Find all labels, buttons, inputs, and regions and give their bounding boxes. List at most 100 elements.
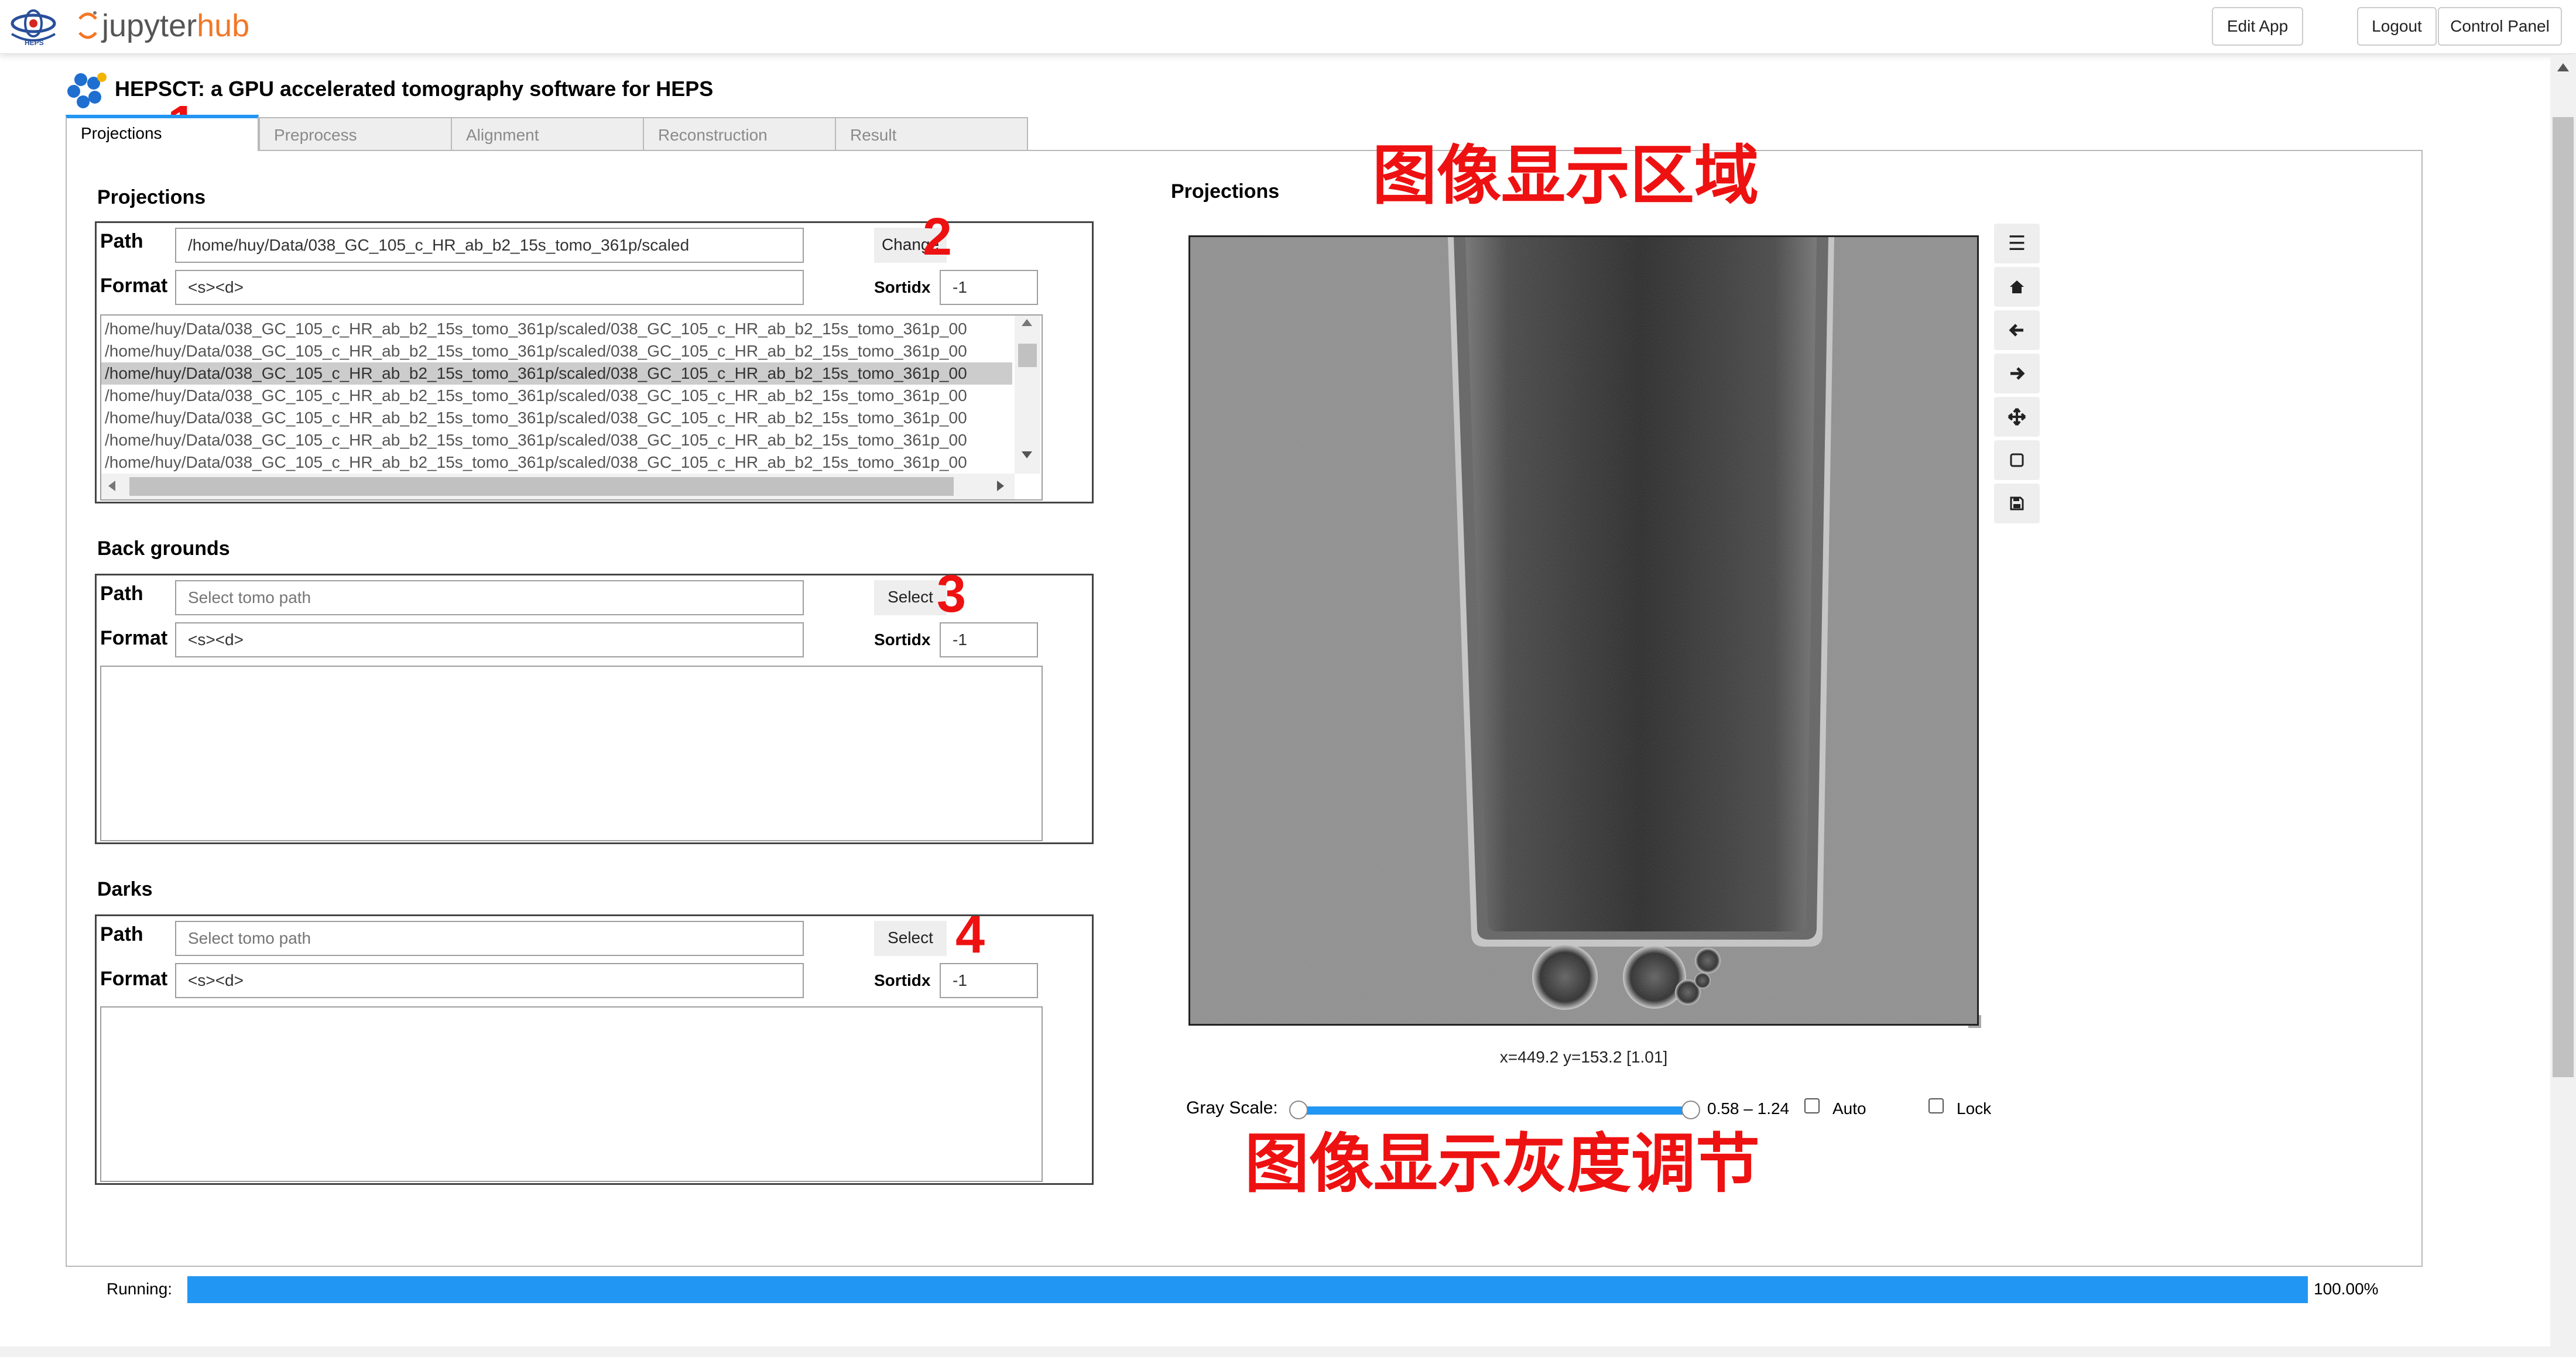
darks-sortidx-label: Sortidx [874,971,931,989]
projections-path-label: Path [100,230,143,252]
hub-word: hub [197,8,250,43]
projections-format-label: Format [100,275,168,297]
list-item[interactable]: /home/huy/Data/038_GC_105_c_HR_ab_b2_15s… [101,429,1012,451]
running-label: Running: [107,1280,173,1298]
lock-checkbox[interactable] [1928,1098,1944,1113]
toolbar-menu-button[interactable]: ☰ [1994,224,2040,263]
projections-path-input[interactable]: /home/huy/Data/038_GC_105_c_HR_ab_b2_15s… [175,228,804,263]
backgrounds-select-button[interactable]: Select [874,580,947,615]
jupyterhub-logo[interactable]: jupyterhub [76,5,287,49]
darks-section-title: Darks [97,878,153,900]
flower-logo-icon [67,73,107,108]
auto-label: Auto [1832,1099,1866,1118]
backgrounds-format-input[interactable]: <s><d> [175,622,804,657]
list-scroll-right-icon[interactable] [997,481,1004,491]
projections-section-title: Projections [97,186,206,208]
list-item[interactable]: /home/huy/Data/038_GC_105_c_HR_ab_b2_15s… [101,451,1012,472]
gray-adjust-annotation: 图像显示灰度调节 [1245,1126,1760,1201]
slider-min-handle[interactable] [1289,1101,1308,1119]
app-logo [67,69,109,111]
annotation-marker-4: 4 [955,906,985,964]
projection-image[interactable] [1188,235,1979,1026]
darks-format-label: Format [100,968,168,990]
progress-bar [187,1276,2308,1303]
progress-percent: 100.00% [2314,1280,2379,1298]
image-resize-handle[interactable] [1968,1015,1981,1028]
gray-scale-slider[interactable] [1289,1098,1700,1122]
slider-range-fill [1299,1106,1691,1115]
list-scroll-up-icon[interactable] [1022,319,1032,326]
backgrounds-path-input[interactable]: Select tomo path [175,580,804,615]
list-scroll-thumb[interactable] [1018,344,1037,367]
list-item[interactable]: /home/huy/Data/038_GC_105_c_HR_ab_b2_15s… [101,362,1012,385]
gray-range-readout: 0.58 – 1.24 [1707,1099,1790,1118]
toolbar-pan-button[interactable] [1994,397,2040,437]
list-item[interactable]: /home/huy/Data/038_GC_105_c_HR_ab_b2_15s… [101,407,1012,429]
tab-result[interactable]: Result [835,117,1028,151]
darks-select-button[interactable]: Select [874,921,947,956]
darks-path-input[interactable]: Select tomo path [175,921,804,956]
edit-app-button[interactable]: Edit App [2212,7,2303,46]
display-area-annotation: 图像显示区域 [1372,138,1759,213]
bottom-horizontal-scrollbar[interactable] [0,1346,2550,1357]
toolbar-home-button[interactable] [1994,267,2040,307]
projections-file-list[interactable]: /home/huy/Data/038_GC_105_c_HR_ab_b2_15s… [100,314,1043,501]
cursor-coordinates: x=449.2 y=153.2 [1.01] [1499,1048,1668,1066]
scrollbar-thumb[interactable] [2553,117,2574,1077]
darks-format-input[interactable]: <s><d> [175,963,804,998]
list-item[interactable]: /home/huy/Data/038_GC_105_c_HR_ab_b2_15s… [101,318,1012,340]
darks-group: Path Select tomo path Select Format <s><… [95,914,1094,1185]
list-vertical-scrollbar[interactable] [1015,316,1040,474]
annotation-marker-3: 3 [937,565,967,623]
projections-sortidx-label: Sortidx [874,278,931,296]
page-scrollbar[interactable] [2550,55,2576,1357]
gray-scale-label: Gray Scale: [1186,1098,1278,1118]
save-icon [2010,496,2024,510]
backgrounds-section-title: Back grounds [97,537,230,560]
jupyter-word: jupyter [102,8,197,43]
tab-projections[interactable]: Projections [66,115,259,151]
toolbar-back-button[interactable] [1994,310,2040,350]
forward-arrow-icon [2010,367,2025,380]
toolbar-forward-button[interactable] [1994,354,2040,393]
annotation-marker-2: 2 [923,208,953,266]
backgrounds-path-label: Path [100,582,143,605]
heps-logo-text: HEPS [25,39,44,47]
home-icon [2010,280,2024,293]
backgrounds-file-list[interactable] [100,666,1043,841]
list-item[interactable]: /home/huy/Data/038_GC_105_c_HR_ab_b2_15s… [101,340,1012,362]
menu-icon: ☰ [2008,232,2026,255]
top-navigation-bar: HEPS jupyterhub Edit App Logout Control … [0,0,2576,54]
scroll-up-arrow-icon[interactable] [2557,63,2569,71]
logout-button[interactable]: Logout [2357,7,2437,46]
list-scroll-down-icon[interactable] [1022,451,1032,458]
darks-path-label: Path [100,923,143,945]
tab-preprocess[interactable]: Preprocess [259,117,452,151]
auto-checkbox[interactable] [1804,1098,1820,1113]
list-hscroll-thumb[interactable] [129,477,954,496]
tab-alignment[interactable]: Alignment [451,117,644,151]
heps-logo[interactable]: HEPS [7,6,60,48]
slider-max-handle[interactable] [1681,1101,1700,1119]
list-scroll-left-icon[interactable] [108,481,115,491]
backgrounds-format-label: Format [100,627,168,649]
darks-file-list[interactable] [100,1006,1043,1182]
projections-sortidx-input[interactable]: -1 [940,270,1038,305]
jupyter-logo-icon [78,11,97,39]
control-panel-button[interactable]: Control Panel [2438,7,2562,46]
file-list-items: /home/huy/Data/038_GC_105_c_HR_ab_b2_15s… [101,318,1012,472]
list-item[interactable]: /home/huy/Data/038_GC_105_c_HR_ab_b2_15s… [101,385,1012,407]
toolbar-zoom-button[interactable] [1994,440,2040,480]
lock-label: Lock [1957,1099,1992,1118]
backgrounds-sortidx-input[interactable]: -1 [940,622,1038,657]
list-horizontal-scrollbar[interactable] [101,474,1015,499]
toolbar-save-button[interactable] [1994,484,2040,523]
projection-image-render [1190,237,1977,1024]
tab-reconstruction[interactable]: Reconstruction [643,117,836,151]
projections-format-input[interactable]: <s><d> [175,270,804,305]
backgrounds-sortidx-label: Sortidx [874,630,931,649]
progress-bar-fill [187,1276,2308,1303]
darks-sortidx-input[interactable]: -1 [940,963,1038,998]
move-icon [2008,407,2026,426]
zoom-rect-icon [2010,453,2024,467]
